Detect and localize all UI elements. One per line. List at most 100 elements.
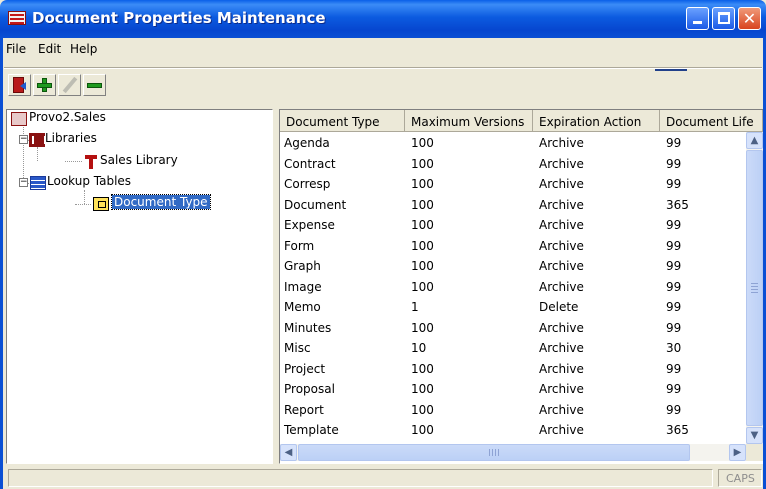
pencil-icon <box>62 76 78 94</box>
cell-expiration-action: Delete <box>539 300 579 314</box>
cell-expiration-action: Archive <box>539 382 584 396</box>
cell-expiration-action: Archive <box>539 136 584 150</box>
tree-node-sales-library[interactable]: Sales Library <box>100 153 178 167</box>
title-bar[interactable]: Document Properties Maintenance ✕ <box>0 0 766 38</box>
cell-document-type: Image <box>284 279 322 294</box>
cell-maximum-versions: 100 <box>411 382 434 396</box>
table-icon <box>30 176 46 190</box>
column-header-document-life[interactable]: Document Life <box>660 110 763 132</box>
cell-expiration-action: Archive <box>539 218 584 232</box>
grip-line <box>751 289 758 290</box>
document-types-grid[interactable]: Document Type Maximum Versions Expiratio… <box>279 109 764 464</box>
cell-document-life: 99 <box>666 136 682 150</box>
scroll-left-icon[interactable]: ◀ <box>280 444 297 461</box>
table-row[interactable]: Contract 100 Archive 99 <box>280 153 748 174</box>
menu-bar: File Edit Help <box>0 38 766 60</box>
cell-document-life: 99 <box>666 177 682 191</box>
cell-document-type: Corresp <box>284 177 331 191</box>
horizontal-scroll-thumb[interactable] <box>298 444 690 461</box>
tree-line <box>75 204 91 205</box>
table-row[interactable]: Template 100 Archive 365 <box>280 419 748 440</box>
table-row[interactable]: Expense 100 Archive 99 <box>280 214 748 235</box>
exit-button[interactable] <box>8 74 31 96</box>
cell-maximum-versions: 100 <box>411 136 434 150</box>
close-button[interactable]: ✕ <box>738 7 761 30</box>
grip-line <box>498 449 499 456</box>
table-row[interactable]: Report 100 Archive 99 <box>280 399 748 420</box>
document-type-icon <box>93 197 109 211</box>
cell-maximum-versions: 100 <box>411 238 434 253</box>
table-row[interactable]: Graph 100 Archive 99 <box>280 255 748 276</box>
column-header-document-type[interactable]: Document Type <box>280 110 405 132</box>
tree-line <box>65 161 82 162</box>
cell-document-life: 365 <box>666 423 689 437</box>
edit-button[interactable] <box>58 74 81 96</box>
table-row[interactable]: Corresp 100 Archive 99 <box>280 173 748 194</box>
table-row[interactable]: Minutes 100 Archive 99 <box>280 317 748 338</box>
delete-button[interactable] <box>83 74 106 96</box>
add-button[interactable] <box>33 74 56 96</box>
scroll-right-icon[interactable]: ▶ <box>729 444 746 461</box>
vertical-scroll-thumb[interactable] <box>746 150 763 426</box>
tree-node-root[interactable]: Provo2.Sales <box>29 110 106 124</box>
cell-maximum-versions: 10 <box>411 341 427 355</box>
table-row[interactable]: Proposal 100 Archive 99 <box>280 378 748 399</box>
menu-edit[interactable]: Edit <box>38 42 61 56</box>
status-bar: CAPS <box>0 465 766 489</box>
collapse-lookup-tables-icon[interactable]: − <box>19 178 28 187</box>
cell-maximum-versions: 100 <box>411 402 434 417</box>
cell-document-type: Misc <box>284 341 311 355</box>
menu-file[interactable]: File <box>6 42 26 56</box>
cell-expiration-action: Archive <box>539 177 584 191</box>
column-header-maximum-versions[interactable]: Maximum Versions <box>405 110 533 132</box>
green-minus-icon <box>87 83 102 88</box>
menu-help[interactable]: Help <box>70 42 97 56</box>
vertical-scrollbar[interactable]: ▲ ▼ <box>746 132 763 444</box>
grip-line <box>751 286 758 287</box>
collapse-libraries-icon[interactable]: − <box>19 135 28 144</box>
exit-arrow-icon <box>20 82 26 90</box>
cell-expiration-action: Archive <box>539 238 584 253</box>
cell-expiration-action: Archive <box>539 361 584 376</box>
cell-document-type: Memo <box>284 300 321 314</box>
table-row[interactable]: Form 100 Archive 99 <box>280 235 748 256</box>
tree-node-lookup-tables[interactable]: Lookup Tables <box>47 174 131 188</box>
toolbar-mark <box>655 69 687 71</box>
toolbar <box>0 60 766 108</box>
minimize-button[interactable] <box>686 7 709 30</box>
cell-document-life: 99 <box>666 279 682 294</box>
cell-document-life: 99 <box>666 382 682 396</box>
green-plus-icon-bar <box>37 83 52 88</box>
cell-document-life: 99 <box>666 361 682 376</box>
table-row[interactable]: Document 100 Archive 365 <box>280 194 748 215</box>
maximize-icon <box>718 12 730 24</box>
grip-line <box>495 449 496 456</box>
tree-node-libraries[interactable]: Libraries <box>45 131 97 145</box>
cell-maximum-versions: 100 <box>411 156 434 171</box>
cell-maximum-versions: 100 <box>411 218 434 232</box>
scroll-up-icon[interactable]: ▲ <box>746 132 763 149</box>
scroll-down-icon[interactable]: ▼ <box>746 427 763 444</box>
maximize-button[interactable] <box>712 7 735 30</box>
table-row[interactable]: Image 100 Archive 99 <box>280 276 748 297</box>
cell-maximum-versions: 100 <box>411 177 434 191</box>
table-row[interactable]: Memo 1 Delete 99 <box>280 296 748 317</box>
cell-document-type: Template <box>284 423 339 437</box>
cell-expiration-action: Archive <box>539 402 584 417</box>
caps-lock-indicator: CAPS <box>718 469 762 487</box>
grip-line <box>751 292 758 293</box>
horizontal-scrollbar[interactable]: ◀ ▶ <box>280 444 746 461</box>
tree-view[interactable]: Provo2.Sales − Libraries Sales Library −… <box>6 109 273 464</box>
tree-node-document-type[interactable]: Document Type <box>111 194 211 210</box>
grip-line <box>489 449 490 456</box>
cell-document-life: 99 <box>666 259 682 273</box>
cell-document-life: 99 <box>666 218 682 232</box>
table-row[interactable]: Agenda 100 Archive 99 <box>280 132 748 153</box>
cell-document-type: Expense <box>284 218 335 232</box>
window-title: Document Properties Maintenance <box>32 9 326 27</box>
cell-document-type: Agenda <box>284 136 330 150</box>
column-header-expiration-action[interactable]: Expiration Action <box>533 110 660 132</box>
cell-expiration-action: Archive <box>539 279 584 294</box>
table-row[interactable]: Project 100 Archive 99 <box>280 358 748 379</box>
table-row[interactable]: Misc 10 Archive 30 <box>280 337 748 358</box>
